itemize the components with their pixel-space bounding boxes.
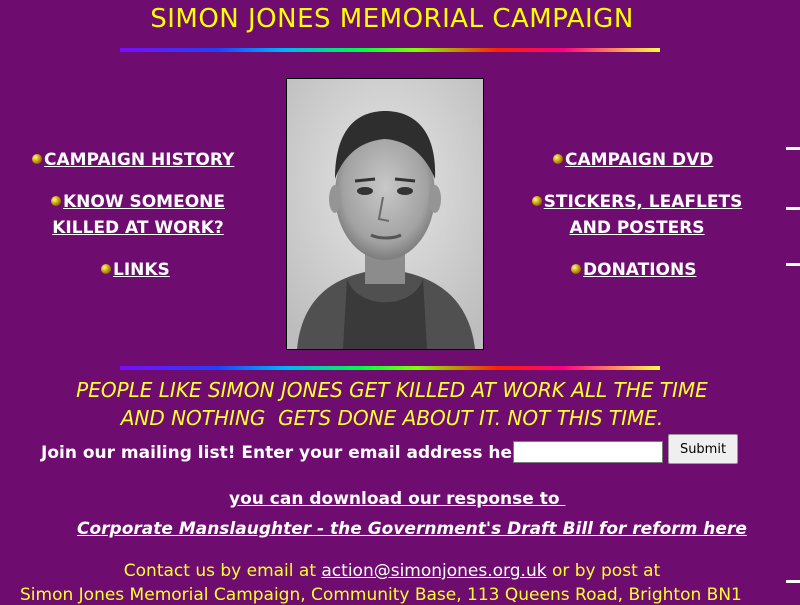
nav-item-campaign-dvd[interactable]: CAMPAIGN DVD [553,147,713,173]
slogan-line1: PEOPLE LIKE SIMON JONES GET KILLED AT WO… [76,378,708,402]
campaign-history-link[interactable]: CAMPAIGN HISTORY [44,150,234,170]
campaign-slogan: PEOPLE LIKE SIMON JONES GET KILLED AT WO… [0,376,784,432]
stickers-link-line2[interactable]: AND POSTERS [569,218,704,238]
gold-bullet-icon [101,263,111,274]
postal-address: Simon Jones Memorial Campaign, Community… [20,585,742,605]
contact-suffix: or by post at [546,561,661,581]
nav-item-donations[interactable]: DONATIONS [571,257,696,283]
download-line: Corporate Manslaughter - the Government'… [77,519,747,539]
gold-bullet-icon [32,153,42,164]
contact-prefix: Contact us by email at [123,561,322,581]
edge-marker [786,580,800,583]
nav-item-campaign-history[interactable]: CAMPAIGN HISTORY [32,147,234,173]
download-response-link[interactable]: you can download our response to [229,489,565,509]
nav-item-links[interactable]: LINKS [101,257,170,283]
gold-bullet-icon [531,195,542,206]
contact-email-link[interactable]: action@simonjones.org.uk [321,561,546,581]
edge-marker [786,263,800,266]
edge-marker [786,207,800,210]
here-link[interactable]: here [697,519,747,539]
links-link[interactable]: LINKS [113,260,170,280]
nav-item-stickers-leaflets-posters[interactable]: STICKERS, LEAFLETS AND POSTERS [526,189,748,241]
stickers-link-line1[interactable]: STICKERS, LEAFLETS [544,192,743,212]
page-title: SIMON JONES MEMORIAL CAMPAIGN [150,4,634,34]
gold-bullet-icon [50,195,61,206]
draft-bill-link[interactable]: Corporate Manslaughter - the Government'… [77,519,697,539]
campaign-dvd-link[interactable]: CAMPAIGN DVD [565,150,713,170]
nav-item-know-someone-killed[interactable]: KNOW SOMEONE KILLED AT WORK? [48,189,228,241]
donations-link[interactable]: DONATIONS [583,260,696,280]
edge-marker [786,147,800,150]
gold-bullet-icon [571,263,581,274]
contact-line: Contact us by email at action@simonjones… [0,561,784,581]
mailing-list-label: Join our mailing list! Enter your email … [41,443,532,463]
know-someone-link-line2[interactable]: KILLED AT WORK? [52,218,224,238]
gold-bullet-icon [553,153,563,164]
email-input[interactable] [513,441,663,463]
slogan-line2: AND NOTHING GETS DONE ABOUT IT. NOT THIS… [120,406,664,430]
simon-jones-photo [286,78,484,350]
rainbow-divider-bottom [120,366,660,370]
know-someone-link-line1[interactable]: KNOW SOMEONE [63,192,225,212]
submit-button[interactable]: Submit [668,434,738,464]
rainbow-divider-top [120,48,660,52]
